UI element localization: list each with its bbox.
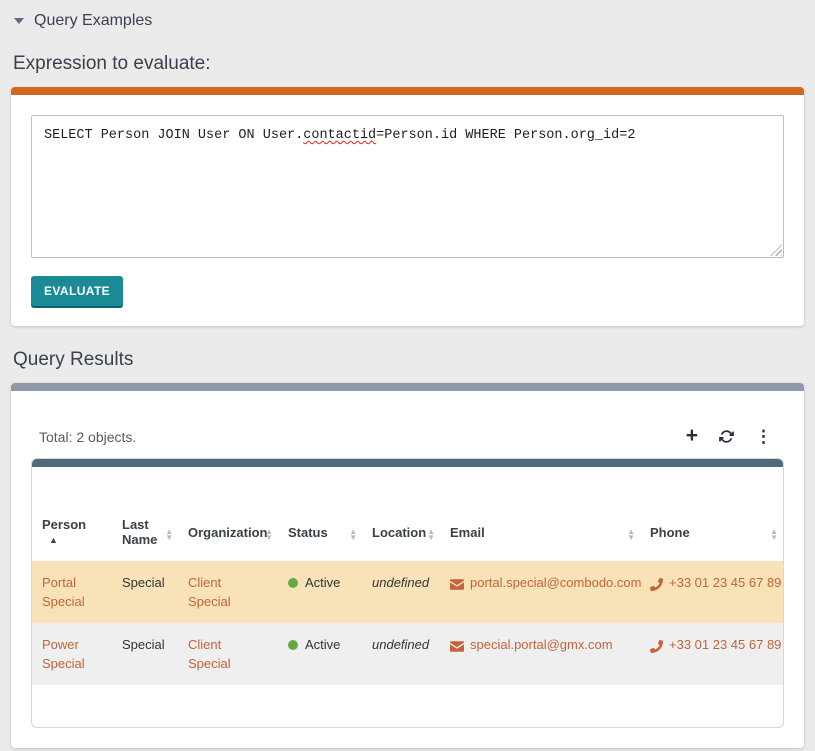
- status-active-dot-icon: [288, 640, 298, 650]
- envelope-icon: [450, 636, 464, 655]
- collapse-caret-icon: [14, 18, 24, 24]
- email-link[interactable]: special.portal@gmx.com: [470, 637, 613, 652]
- column-label: Phone: [650, 525, 690, 540]
- status-cell: Active: [278, 623, 362, 685]
- results-table: Person▲ Last Name▲▼ Organization▲▼ Statu…: [32, 509, 783, 685]
- query-examples-toggle[interactable]: Query Examples: [11, 8, 804, 30]
- column-label: Organization: [188, 525, 267, 540]
- results-actions: + ⋮: [686, 427, 780, 446]
- status-cell: Active: [278, 561, 362, 623]
- column-header-status[interactable]: Status ▲▼: [278, 509, 362, 561]
- sort-both-icon: ▲▼: [265, 529, 273, 541]
- sort-both-icon: ▲▼: [349, 529, 357, 541]
- table-header-row: Person▲ Last Name▲▼ Organization▲▼ Statu…: [32, 509, 783, 561]
- query-examples-title: Query Examples: [34, 12, 152, 30]
- table-row: Portal Special Special Client Special Ac…: [32, 561, 783, 623]
- expression-text-post: =Person.id WHERE Person.org_id=2: [376, 128, 635, 143]
- page: Query Examples Expression to evaluate: S…: [0, 0, 815, 748]
- table-accent-bar: [32, 459, 783, 467]
- column-header-location[interactable]: Location▲▼: [362, 509, 440, 561]
- last-name-cell: Special: [112, 623, 178, 685]
- status-label: Active: [305, 575, 340, 590]
- expression-panel: SELECT Person JOIN User ON User.contacti…: [11, 87, 804, 326]
- expression-textarea[interactable]: SELECT Person JOIN User ON User.contacti…: [31, 115, 784, 258]
- phone-icon: [650, 574, 663, 593]
- refresh-icon[interactable]: [719, 429, 734, 444]
- sort-ascending-icon: ▲: [49, 535, 58, 545]
- expression-text-pre: SELECT Person JOIN User ON User.: [44, 128, 303, 143]
- results-accent-bar: [11, 383, 804, 391]
- organization-link[interactable]: Client Special: [188, 637, 231, 671]
- resize-grip-icon[interactable]: [770, 244, 782, 256]
- last-name-cell: Special: [112, 561, 178, 623]
- column-header-last-name[interactable]: Last Name ▲▼: [112, 509, 178, 561]
- column-label: Status: [288, 525, 328, 540]
- evaluate-button[interactable]: EVALUATE: [31, 276, 123, 306]
- kebab-menu-icon[interactable]: ⋮: [755, 428, 772, 445]
- column-label: Last Name: [122, 517, 157, 547]
- results-heading: Query Results: [13, 349, 802, 371]
- organization-link[interactable]: Client Special: [188, 575, 231, 609]
- person-link[interactable]: Power Special: [42, 637, 85, 671]
- expression-misspelled-word: contactid: [303, 128, 376, 143]
- expression-panel-body: SELECT Person JOIN User ON User.contacti…: [11, 95, 804, 326]
- column-header-person[interactable]: Person ▲: [32, 509, 112, 561]
- phone-link[interactable]: +33 01 23 45 67 89: [669, 637, 781, 652]
- column-label: Location: [372, 525, 426, 540]
- column-label: Person: [42, 517, 86, 532]
- envelope-icon: [450, 574, 464, 593]
- email-link[interactable]: portal.special@combodo.com: [470, 575, 641, 590]
- expression-heading: Expression to evaluate:: [13, 53, 802, 75]
- results-panel-body: Total: 2 objects. + ⋮: [11, 391, 804, 748]
- phone-icon: [650, 636, 663, 655]
- status-active-dot-icon: [288, 578, 298, 588]
- person-link[interactable]: Portal Special: [42, 575, 85, 609]
- results-toolbar: Total: 2 objects. + ⋮: [31, 411, 784, 458]
- phone-link[interactable]: +33 01 23 45 67 89: [669, 575, 781, 590]
- column-header-organization[interactable]: Organization▲▼: [178, 509, 278, 561]
- add-object-icon[interactable]: +: [686, 425, 698, 446]
- column-header-email[interactable]: Email ▲▼: [440, 509, 640, 561]
- status-label: Active: [305, 637, 340, 652]
- column-header-phone[interactable]: Phone ▲▼: [640, 509, 783, 561]
- results-panel: Total: 2 objects. + ⋮: [11, 383, 804, 748]
- table-bottom-spacer: [32, 685, 783, 727]
- results-table-container: Person▲ Last Name▲▼ Organization▲▼ Statu…: [31, 458, 784, 728]
- expression-accent-bar: [11, 87, 804, 95]
- location-cell: undefined: [372, 637, 429, 652]
- sort-both-icon: ▲▼: [165, 529, 173, 541]
- sort-both-icon: ▲▼: [627, 529, 635, 541]
- total-objects-label: Total: 2 objects.: [39, 429, 136, 445]
- table-row: Power Special Special Client Special Act…: [32, 623, 783, 685]
- column-label: Email: [450, 525, 485, 540]
- location-cell: undefined: [372, 575, 429, 590]
- sort-both-icon: ▲▼: [427, 529, 435, 541]
- sort-both-icon: ▲▼: [770, 529, 778, 541]
- table-top-spacer: [32, 467, 783, 509]
